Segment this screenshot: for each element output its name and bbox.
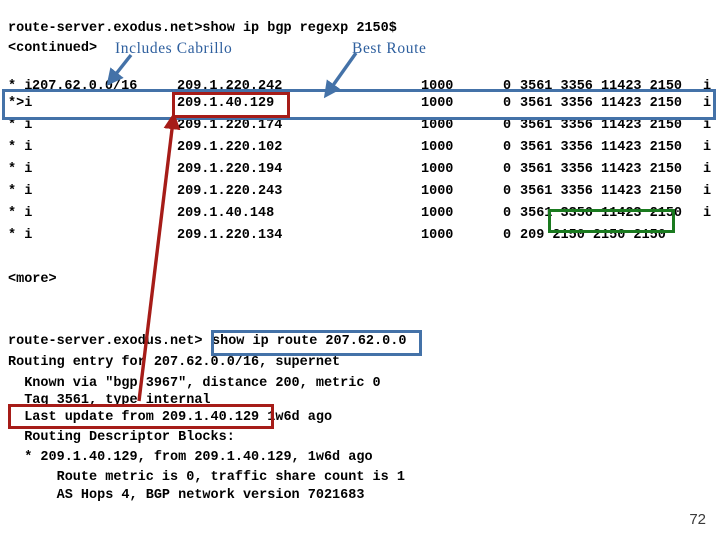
arrow-includes-cabrillo (106, 53, 133, 86)
more-marker: <more> (8, 272, 57, 287)
bgp-row-origin: i (703, 140, 712, 155)
highlight-box-best-next-hop (172, 92, 290, 118)
bgp-row-flags: * i (8, 184, 33, 199)
bgp-row-origin: i (703, 184, 712, 199)
bgp-row-locprf: 0 (503, 206, 512, 221)
bgp-row-flags: * i (8, 228, 33, 243)
route-output-line: * 209.1.40.129, from 209.1.40.129, 1w6d … (8, 450, 373, 465)
arrow-best-route (323, 52, 358, 99)
bgp-row-next-hop: 209.1.220.102 (177, 140, 283, 155)
page-number: 72 (689, 511, 706, 528)
bgp-row-origin: i (703, 162, 712, 177)
bgp-row-locprf: 0 (503, 228, 512, 243)
bgp-prompt-line: route-server.exodus.net>show ip bgp rege… (8, 21, 397, 36)
highlight-box-as-path-prepend (548, 209, 675, 233)
bgp-row-next-hop: 209.1.220.243 (177, 184, 283, 199)
bgp-row-metric: 1000 (421, 206, 454, 221)
route-output-line: Routing Descriptor Blocks: (8, 430, 235, 445)
callout-best-route: Best Route (352, 40, 427, 57)
continued-marker: <continued> (8, 41, 98, 56)
bgp-row-metric: 1000 (421, 118, 454, 133)
bgp-row-flags: * i (8, 162, 33, 177)
route-prompt-prefix: route-server.exodus.net> (8, 334, 203, 349)
bgp-row-as-path: 3561 3356 11423 2150 (520, 118, 683, 133)
bgp-row-next-hop: 209.1.220.134 (177, 228, 283, 243)
route-output-line: Routing entry for 207.62.0.0/16, superne… (8, 355, 341, 370)
bgp-row-next-hop: 209.1.220.194 (177, 162, 283, 177)
slide-canvas: route-server.exodus.net>show ip bgp rege… (0, 0, 720, 540)
bgp-row-flags: * i (8, 206, 33, 221)
highlight-box-best-route-row (2, 89, 716, 120)
bgp-row-origin: i (703, 118, 712, 133)
route-output-line: AS Hops 4, BGP network version 7021683 (8, 488, 365, 503)
bgp-row-locprf: 0 (503, 118, 512, 133)
bgp-row-origin: i (703, 206, 712, 221)
bgp-row-metric: 1000 (421, 184, 454, 199)
bgp-row-as-path: 3561 3356 11423 2150 (520, 184, 683, 199)
bgp-row-locprf: 0 (503, 140, 512, 155)
bgp-row-metric: 1000 (421, 140, 454, 155)
bgp-row-locprf: 0 (503, 162, 512, 177)
bgp-row-next-hop: 209.1.40.148 (177, 206, 275, 221)
bgp-row-metric: 1000 (421, 162, 454, 177)
bgp-row-as-path: 3561 3356 11423 2150 (520, 140, 683, 155)
bgp-row-flags: * i (8, 118, 33, 133)
route-output-line: Route metric is 0, traffic share count i… (8, 470, 405, 485)
callout-includes-cabrillo: Includes Cabrillo (115, 40, 233, 57)
bgp-row-metric: 1000 (421, 228, 454, 243)
highlight-box-show-ip-route-command (211, 330, 422, 356)
highlight-box-last-update (8, 404, 274, 429)
bgp-row-locprf: 0 (503, 184, 512, 199)
route-output-line: Known via "bgp 3967", distance 200, metr… (8, 376, 381, 391)
bgp-row-flags: * i (8, 140, 33, 155)
bgp-row-next-hop: 209.1.220.174 (177, 118, 283, 133)
bgp-row-as-path: 3561 3356 11423 2150 (520, 162, 683, 177)
